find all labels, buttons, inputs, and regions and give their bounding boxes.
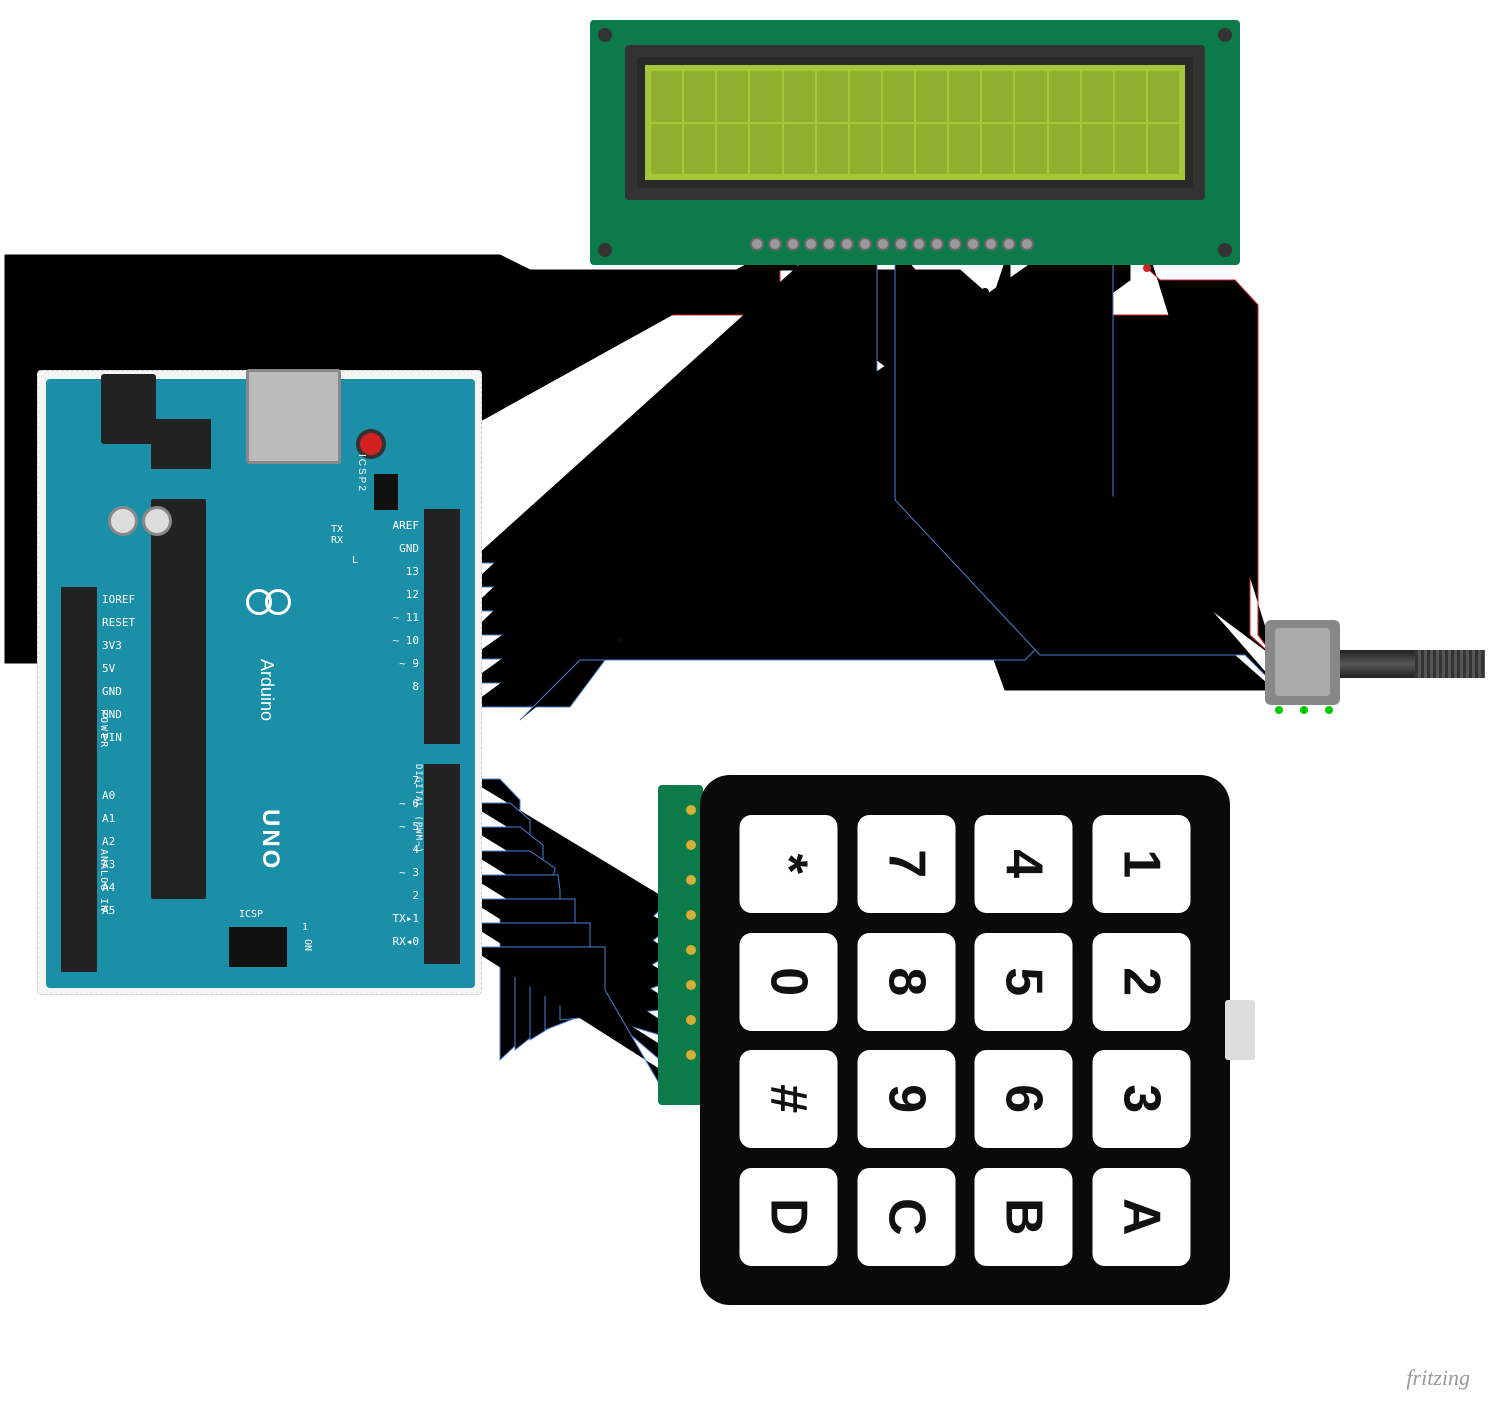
right-pin-header-top xyxy=(424,509,460,744)
power-jack xyxy=(101,374,156,444)
pin-vin: VIN xyxy=(102,731,122,744)
arduino-text: Arduino xyxy=(256,659,277,721)
led-l-label: L xyxy=(352,555,358,566)
keypad-tab xyxy=(1225,1000,1255,1060)
fritzing-watermark: fritzing xyxy=(1406,1365,1470,1391)
key-star[interactable]: * xyxy=(740,815,838,913)
tx-rx-label: TXRX xyxy=(331,524,343,546)
key-6[interactable]: 6 xyxy=(975,1050,1073,1148)
pin-gnd2: GND xyxy=(102,708,122,721)
pin-4: 4 xyxy=(412,843,419,856)
key-3[interactable]: 3 xyxy=(1093,1050,1191,1148)
key-hash[interactable]: # xyxy=(740,1050,838,1148)
uno-text: UNO xyxy=(256,809,284,871)
pin-aref: AREF xyxy=(393,519,420,532)
key-5[interactable]: 5 xyxy=(975,933,1073,1031)
pin-13: 13 xyxy=(406,565,419,578)
pin-5: ~ 5 xyxy=(399,820,419,833)
led-1-label: 1 xyxy=(302,922,308,933)
voltage-regulator xyxy=(151,419,211,469)
key-9[interactable]: 9 xyxy=(858,1050,956,1148)
pin-0: RX◂0 xyxy=(393,935,420,948)
key-8[interactable]: 8 xyxy=(858,933,956,1031)
pin-7: 7 xyxy=(412,774,419,787)
key-c[interactable]: C xyxy=(858,1168,956,1266)
pin-a4: A4 xyxy=(102,881,115,894)
right-pin-header-bottom xyxy=(424,764,460,964)
pin-3v3: 3V3 xyxy=(102,639,122,652)
key-b[interactable]: B xyxy=(975,1168,1073,1266)
pin-3: ~ 3 xyxy=(399,866,419,879)
usb-port xyxy=(246,369,341,464)
arduino-uno: ICSP2 TXRX L ON 1 Arduino UNO ICSP POWER… xyxy=(37,370,482,995)
pin-6: ~ 6 xyxy=(399,797,419,810)
pin-gnd1: GND xyxy=(102,685,122,698)
potentiometer xyxy=(1265,620,1485,710)
pin-12: 12 xyxy=(406,588,419,601)
pin-5v: 5V xyxy=(102,662,115,675)
pin-a0: A0 xyxy=(102,789,115,802)
key-d[interactable]: D xyxy=(740,1168,838,1266)
pin-reset: RESET xyxy=(102,616,135,629)
lcd-screen xyxy=(625,45,1205,200)
pin-10: ~ 10 xyxy=(393,634,420,647)
lcd-pin-header xyxy=(750,237,1070,257)
pin-ioref: IOREF xyxy=(102,593,135,606)
pin-2: 2 xyxy=(412,889,419,902)
pin-8: 8 xyxy=(412,680,419,693)
pin-a2: A2 xyxy=(102,835,115,848)
lcd-char-grid xyxy=(637,57,1193,188)
lcd-module xyxy=(590,20,1240,265)
icsp2-header xyxy=(374,474,398,510)
icsp-header xyxy=(229,927,287,967)
pin-11: ~ 11 xyxy=(393,611,420,624)
left-pin-header xyxy=(61,587,97,972)
pin-a3: A3 xyxy=(102,858,115,871)
key-2[interactable]: 2 xyxy=(1093,933,1191,1031)
pin-gnd3: GND xyxy=(399,542,419,555)
on-led-label: ON xyxy=(302,939,313,951)
pin-1: TX▸1 xyxy=(393,912,420,925)
keypad-connector-pcb xyxy=(658,785,703,1105)
diagram-canvas: ICSP2 TXRX L ON 1 Arduino UNO ICSP POWER… xyxy=(0,0,1500,1411)
icsp2-label: ICSP2 xyxy=(356,454,367,493)
pin-a1: A1 xyxy=(102,812,115,825)
arduino-logo-icon xyxy=(246,589,291,634)
icsp-label: ICSP xyxy=(239,909,263,920)
pin-9: ~ 9 xyxy=(399,657,419,670)
key-1[interactable]: 1 xyxy=(1093,815,1191,913)
keypad-4x4: * 7 4 1 0 8 5 2 # 9 6 3 D C B A xyxy=(700,775,1230,1305)
key-a[interactable]: A xyxy=(1093,1168,1191,1266)
key-0[interactable]: 0 xyxy=(740,933,838,1031)
key-4[interactable]: 4 xyxy=(975,815,1073,913)
pin-a5: A5 xyxy=(102,904,115,917)
key-7[interactable]: 7 xyxy=(858,815,956,913)
